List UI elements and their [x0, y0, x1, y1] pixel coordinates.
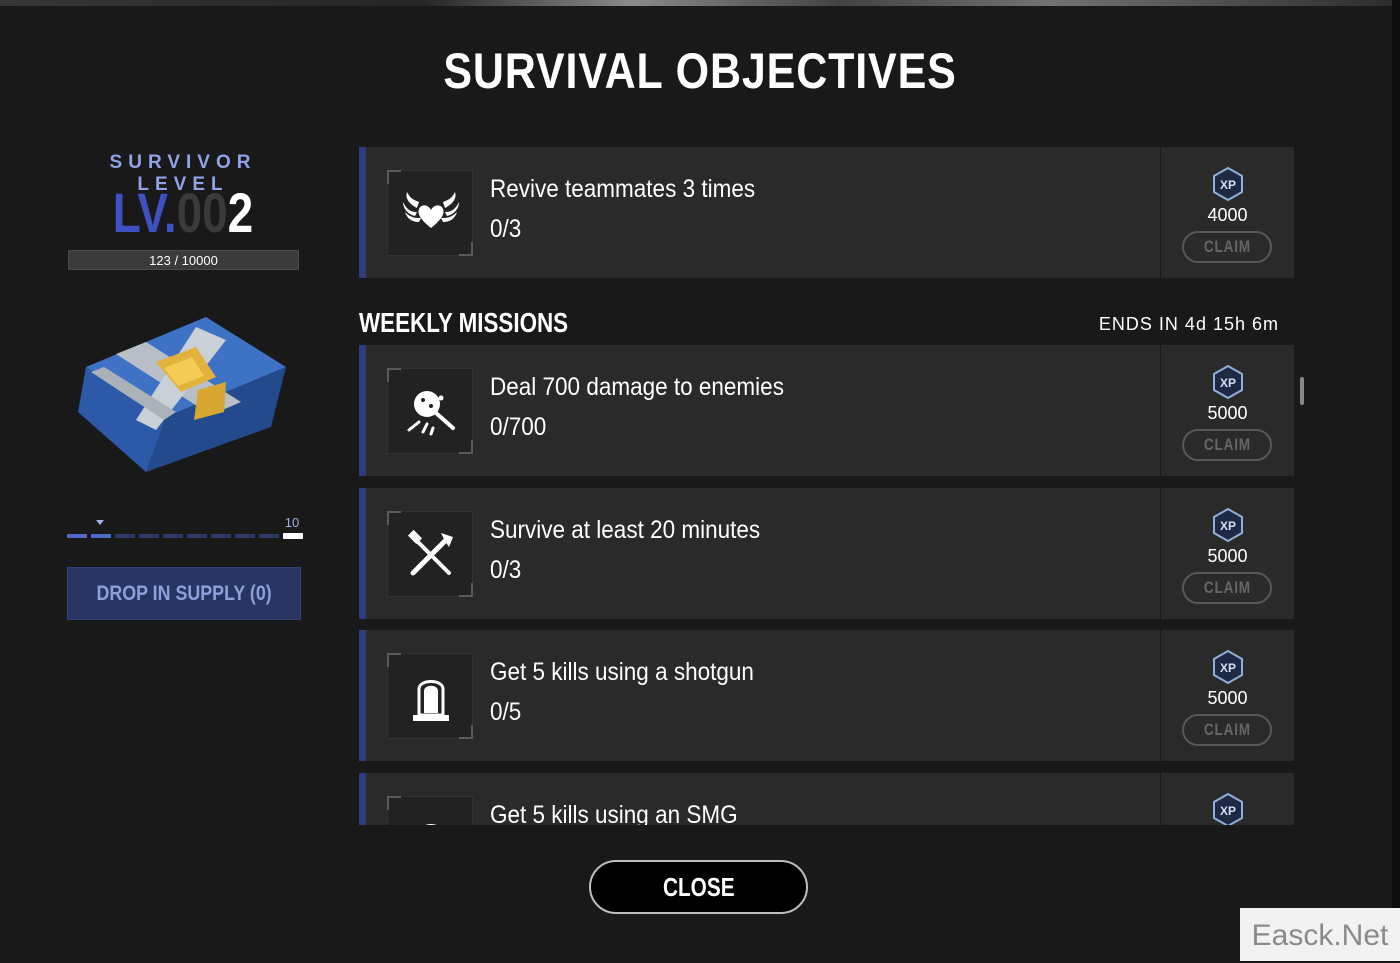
- crossed-tools-icon: [407, 529, 453, 576]
- helmet-icon: [425, 824, 437, 825]
- claim-button[interactable]: CLAIM: [1182, 429, 1272, 461]
- mission-reward: XP: [1161, 773, 1294, 825]
- level-track-segment: [259, 534, 279, 538]
- mission-title: Survive at least 20 minutes: [490, 516, 761, 544]
- close-button[interactable]: CLOSE: [589, 860, 808, 914]
- drop-in-supply-button[interactable]: DROP IN SUPPLY (0): [67, 567, 301, 620]
- claim-label: CLAIM: [1203, 435, 1251, 454]
- mission-icon-frame: [387, 796, 473, 825]
- svg-text:XP: XP: [1220, 804, 1236, 818]
- svg-text:XP: XP: [1220, 376, 1236, 390]
- objective-progress: 0/3: [490, 215, 522, 243]
- xp-badge-icon: XP: [1213, 365, 1243, 399]
- mission-info: Get 5 kills using an SMG: [359, 773, 1160, 825]
- level-number: 2: [227, 181, 254, 244]
- close-label: CLOSE: [662, 872, 735, 902]
- xp-badge-icon: XP: [1213, 650, 1243, 684]
- survivor-level-display: LV.002: [87, 178, 279, 248]
- mission-icon-frame: [387, 511, 473, 597]
- mission-title: Deal 700 damage to enemies: [490, 373, 784, 401]
- claim-button[interactable]: CLAIM: [1182, 714, 1272, 746]
- svg-text:XP: XP: [1220, 178, 1236, 192]
- level-track-segment: [283, 533, 303, 539]
- level-track: [67, 533, 303, 539]
- level-track-segment: [211, 534, 231, 538]
- objectives-list[interactable]: Revive teammates 3 times 0/3 XP 4000 CLA…: [359, 147, 1294, 825]
- claim-label: CLAIM: [1203, 720, 1251, 739]
- xp-reward-amount: 5000: [1207, 403, 1248, 423]
- mission-reward: XP 5000 CLAIM: [1161, 630, 1294, 761]
- mission-info: Deal 700 damage to enemies 0/700: [359, 345, 1160, 476]
- xp-progress-bar: 123 / 10000: [68, 250, 299, 270]
- mission-title: Get 5 kills using a shotgun: [490, 658, 754, 686]
- xp-badge-icon: XP: [1213, 793, 1243, 825]
- xp-badge-icon: XP: [1213, 167, 1243, 201]
- weekly-mission-card: Get 5 kills using an SMG XP: [359, 773, 1294, 825]
- wings-heart-icon: [403, 192, 459, 228]
- mission-progress: 0/5: [490, 698, 522, 726]
- weekly-ends-in: ENDS IN 4d 15h 6m: [1098, 314, 1279, 334]
- claim-button[interactable]: CLAIM: [1182, 231, 1272, 263]
- xp-reward-amount: 4000: [1207, 205, 1248, 225]
- mission-info: Survive at least 20 minutes 0/3: [359, 488, 1160, 619]
- xp-reward-amount: 5000: [1207, 546, 1248, 566]
- svg-text:XP: XP: [1220, 661, 1236, 675]
- window-frame-top: [0, 0, 1400, 6]
- mission-progress: 0/700: [490, 413, 547, 441]
- page-title: SURVIVAL OBJECTIVES: [443, 43, 957, 99]
- weekly-mission-card: Get 5 kills using a shotgun 0/5 XP 5000 …: [359, 630, 1294, 761]
- svg-text:XP: XP: [1220, 519, 1236, 533]
- objective-icon-frame: [387, 170, 473, 256]
- level-track-segment: [163, 534, 183, 538]
- drop-in-supply-label: DROP IN SUPPLY (0): [96, 582, 272, 605]
- mission-progress: 0/3: [490, 556, 522, 584]
- supply-crate-image: [76, 312, 290, 482]
- objective-info: Revive teammates 3 times 0/3: [359, 147, 1160, 278]
- mission-icon-frame: [387, 653, 473, 739]
- level-zeros: 00: [176, 181, 228, 244]
- mission-reward: XP 5000 CLAIM: [1161, 488, 1294, 619]
- level-track-marker: [96, 520, 104, 525]
- mission-title: Get 5 kills using an SMG: [490, 801, 738, 825]
- level-track-segment: [187, 534, 207, 538]
- level-track-segment: [91, 534, 111, 538]
- objective-card: Revive teammates 3 times 0/3 XP 4000 CLA…: [359, 147, 1294, 278]
- level-track-end-label: 10: [284, 515, 300, 530]
- claim-button[interactable]: CLAIM: [1182, 572, 1272, 604]
- mission-info: Get 5 kills using a shotgun 0/5: [359, 630, 1160, 761]
- tombstone-icon: [413, 680, 449, 721]
- window-frame-right: [1392, 0, 1400, 961]
- claim-label: CLAIM: [1203, 237, 1251, 256]
- objective-reward: XP 4000 CLAIM: [1161, 147, 1294, 278]
- watermark: Easck.Net: [1240, 908, 1400, 961]
- weekly-missions-heading: WEEKLY MISSIONS: [359, 307, 569, 338]
- weekly-mission-card: Survive at least 20 minutes 0/3 XP 5000 …: [359, 488, 1294, 619]
- xp-badge-icon: XP: [1213, 508, 1243, 542]
- level-track-segment: [67, 534, 87, 538]
- mission-reward: XP 5000 CLAIM: [1161, 345, 1294, 476]
- level-track-segment: [235, 534, 255, 538]
- xp-reward-amount: 5000: [1207, 688, 1248, 708]
- mission-icon-frame: [387, 368, 473, 454]
- weekly-mission-card: Deal 700 damage to enemies 0/700 XP 5000…: [359, 345, 1294, 476]
- level-prefix: LV.: [112, 181, 177, 244]
- level-track-segment: [139, 534, 159, 538]
- claim-label: CLAIM: [1203, 578, 1251, 597]
- frying-pan-icon: [407, 391, 455, 436]
- objective-title: Revive teammates 3 times: [490, 175, 756, 203]
- level-track-segment: [115, 534, 135, 538]
- scrollbar-thumb[interactable]: [1300, 377, 1304, 405]
